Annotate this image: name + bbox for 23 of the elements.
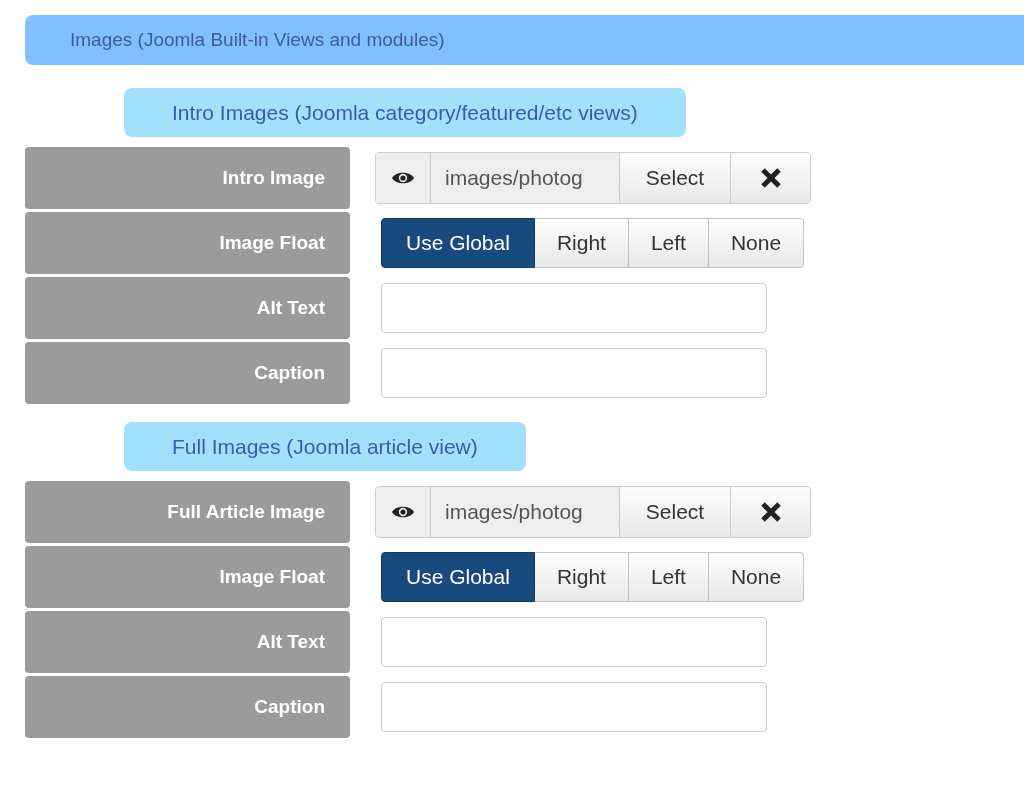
radio-option[interactable]: Use Global xyxy=(381,552,535,602)
field-label: Intro Image xyxy=(25,147,350,209)
input-field[interactable] xyxy=(381,682,767,732)
field-label: Alt Text xyxy=(25,277,350,339)
field-label: Image Float xyxy=(25,546,350,608)
radio-option[interactable]: Use Global xyxy=(381,218,535,268)
subsection-header: Full Images (Joomla article view) xyxy=(124,422,526,471)
field-label: Alt Text xyxy=(25,611,350,673)
input-field[interactable] xyxy=(381,617,767,667)
field-label: Caption xyxy=(25,342,350,404)
section-header: Images (Joomla Built-in Views and modules) xyxy=(25,15,1024,65)
radio-option[interactable]: None xyxy=(708,552,805,602)
field-label: Image Float xyxy=(25,212,350,274)
radio-option[interactable]: None xyxy=(708,218,805,268)
radio-option[interactable]: Left xyxy=(628,218,709,268)
field-label: Full Article Image xyxy=(25,481,350,543)
input-field[interactable] xyxy=(381,348,767,398)
radio-option[interactable]: Right xyxy=(534,218,629,268)
input-field[interactable] xyxy=(381,283,767,333)
radio-option[interactable]: Right xyxy=(534,552,629,602)
field-label: Caption xyxy=(25,676,350,738)
radio-option[interactable]: Left xyxy=(628,552,709,602)
subsection-header: Intro Images (Joomla category/featured/etc views) xyxy=(124,88,686,137)
